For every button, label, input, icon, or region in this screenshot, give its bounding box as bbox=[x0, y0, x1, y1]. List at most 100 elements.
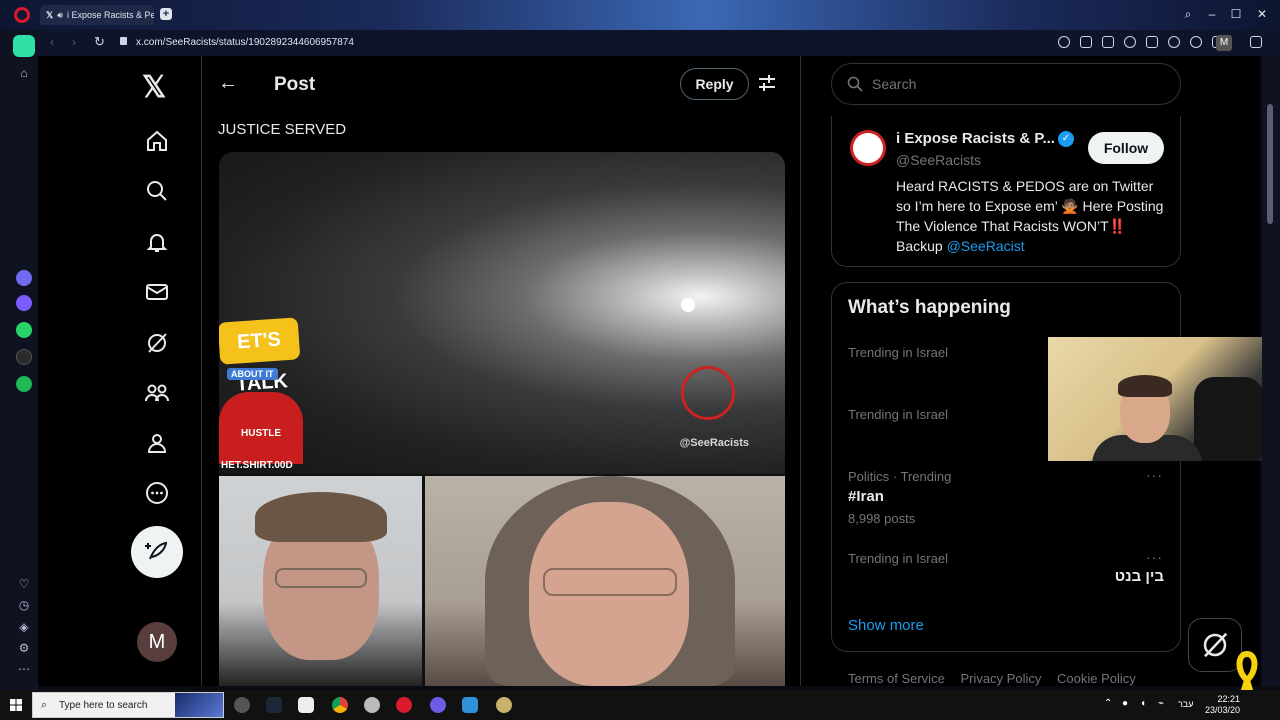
taskbar-search-text: Type here to search bbox=[59, 700, 148, 711]
windows-start-icon[interactable] bbox=[10, 699, 22, 711]
tweet-media[interactable]: ET'S TALK ABOUT IT HUSTLE HET.SHIRT.00D … bbox=[219, 152, 785, 686]
input-language[interactable]: עבר bbox=[1178, 699, 1193, 709]
communities-icon[interactable] bbox=[142, 378, 172, 408]
heart-icon[interactable] bbox=[1190, 36, 1202, 48]
app-icon[interactable] bbox=[462, 697, 478, 713]
mugshot-woman bbox=[425, 476, 785, 686]
browser-tab-active[interactable]: 𝕏 🔊︎ i Expose Racists & Pe... bbox=[40, 5, 154, 25]
menu-icon[interactable] bbox=[1234, 36, 1246, 48]
leo-app-icon[interactable] bbox=[16, 270, 32, 286]
forward-icon[interactable]: › bbox=[72, 35, 76, 49]
search-bar[interactable] bbox=[831, 63, 1181, 105]
verified-badge-icon: ✓ bbox=[1058, 131, 1074, 147]
camera-icon[interactable] bbox=[1102, 36, 1114, 48]
compose-post-button[interactable] bbox=[131, 526, 183, 578]
page-scrollbar[interactable] bbox=[1262, 56, 1280, 686]
trend-meta: Trending in Israel bbox=[848, 345, 948, 360]
profile-handle[interactable]: @SeeRacists bbox=[896, 152, 981, 168]
browser-tab-bar: 𝕏 🔊︎ i Expose Racists & Pe... + ⌕ – ☐ ✕ bbox=[0, 0, 1280, 30]
opera-taskbar-icon[interactable] bbox=[396, 697, 412, 713]
steam-icon[interactable] bbox=[266, 697, 282, 713]
search-input[interactable] bbox=[872, 76, 1162, 92]
minimize-button[interactable]: – bbox=[1204, 7, 1220, 21]
about-it-badge: ABOUT IT bbox=[227, 368, 278, 380]
profile-person-icon[interactable] bbox=[142, 428, 172, 458]
back-icon[interactable]: ‹ bbox=[50, 35, 54, 49]
x-logo-icon[interactable]: 𝕏 bbox=[142, 70, 166, 105]
settings-gear-icon[interactable]: ⚙ bbox=[17, 641, 31, 655]
profile-name[interactable]: i Expose Racists & P... bbox=[896, 130, 1055, 147]
chrome-icon[interactable] bbox=[332, 697, 348, 713]
opera-logo-icon[interactable] bbox=[14, 7, 30, 23]
task-view-icon[interactable] bbox=[234, 697, 250, 713]
scrollbar-thumb[interactable] bbox=[1267, 104, 1273, 224]
app-icon[interactable] bbox=[364, 697, 380, 713]
video-host: HUSTLE bbox=[219, 392, 303, 464]
terms-link[interactable]: Terms of Service bbox=[848, 671, 945, 686]
app-icon[interactable] bbox=[298, 697, 314, 713]
trend-more-icon[interactable]: ··· bbox=[1146, 467, 1163, 483]
edit-icon[interactable] bbox=[1080, 36, 1092, 48]
video-watermark-handle: @SeeRacists bbox=[679, 437, 749, 449]
show-more-link[interactable]: Show more bbox=[848, 617, 924, 634]
lock-icon bbox=[120, 37, 127, 45]
maximize-button[interactable]: ☐ bbox=[1228, 7, 1244, 21]
mugshot-man-hair bbox=[255, 492, 387, 542]
clock-date: 23/03/20 bbox=[1204, 705, 1240, 715]
address-bar: ‹ › ↻ x.com/SeeRacists/status/1902892344… bbox=[38, 30, 1280, 56]
zoom-icon[interactable] bbox=[1058, 36, 1070, 48]
messages-envelope-icon[interactable] bbox=[142, 277, 172, 307]
more-circle-icon[interactable] bbox=[142, 478, 172, 508]
app-icon[interactable] bbox=[496, 697, 512, 713]
tray-network-icon[interactable]: ⌁ bbox=[1158, 698, 1164, 709]
discord-icon[interactable] bbox=[430, 697, 446, 713]
cookie-link[interactable]: Cookie Policy bbox=[1057, 671, 1136, 686]
back-arrow-icon[interactable]: ← bbox=[218, 72, 238, 95]
profile-avatar[interactable] bbox=[850, 130, 886, 166]
bio-mention-link[interactable]: @SeeRacist bbox=[947, 238, 1025, 254]
clock-time: 22:21 bbox=[1217, 694, 1240, 704]
spotify-icon[interactable] bbox=[16, 376, 32, 392]
tray-mic-icon[interactable]: ● bbox=[1122, 698, 1128, 709]
sliders-icon[interactable] bbox=[758, 74, 776, 97]
history-icon[interactable]: ◷ bbox=[17, 598, 31, 612]
play-icon[interactable] bbox=[1168, 36, 1180, 48]
video-player[interactable]: ET'S TALK ABOUT IT HUSTLE HET.SHIRT.00D … bbox=[219, 152, 785, 474]
privacy-link[interactable]: Privacy Policy bbox=[960, 671, 1041, 686]
more-dots-icon[interactable]: ⋯ bbox=[17, 662, 31, 676]
reply-button[interactable]: Reply bbox=[680, 68, 749, 100]
new-tab-button[interactable]: + bbox=[160, 8, 172, 20]
taskbar-search-box[interactable]: ⌕ Type here to search bbox=[32, 692, 224, 718]
aria-ai-icon[interactable] bbox=[13, 35, 35, 57]
shield-icon[interactable] bbox=[1124, 36, 1136, 48]
account-avatar[interactable]: M bbox=[137, 622, 177, 662]
tray-chevron-icon[interactable]: ⌃ bbox=[1104, 698, 1112, 709]
whatsapp-icon[interactable] bbox=[16, 322, 32, 338]
browser-profile-avatar[interactable]: M bbox=[1216, 35, 1232, 51]
tray-volume-icon[interactable]: ◖ bbox=[1140, 698, 1146, 709]
webcam-chair bbox=[1194, 377, 1264, 461]
panel-title: What’s happening bbox=[848, 297, 1011, 318]
close-window-button[interactable]: ✕ bbox=[1254, 7, 1270, 21]
bio-emphasis: ‼️ bbox=[1108, 218, 1127, 234]
messenger-icon[interactable] bbox=[16, 295, 32, 311]
favorites-heart-icon[interactable]: ♡ bbox=[17, 577, 31, 591]
extensions-cube-icon[interactable]: ◈ bbox=[17, 620, 31, 634]
extensions-icon[interactable] bbox=[1250, 36, 1262, 48]
cube-icon[interactable] bbox=[1146, 36, 1158, 48]
follow-button[interactable]: Follow bbox=[1088, 132, 1164, 164]
trend-more-icon[interactable]: ··· bbox=[1146, 549, 1163, 565]
explore-search-icon[interactable] bbox=[142, 176, 172, 206]
tab-search-icon[interactable]: ⌕ bbox=[1180, 7, 1196, 22]
url-field[interactable]: x.com/SeeRacists/status/1902892344606957… bbox=[136, 37, 354, 48]
reload-icon[interactable]: ↻ bbox=[94, 34, 105, 50]
grok-icon[interactable] bbox=[142, 328, 172, 358]
home-icon[interactable] bbox=[142, 126, 172, 156]
x-app-icon[interactable] bbox=[16, 349, 32, 365]
speed-dial-icon[interactable]: ⌂ bbox=[17, 66, 31, 80]
taskbar-clock[interactable]: 22:21 23/03/20 bbox=[1200, 694, 1240, 716]
notifications-bell-icon[interactable] bbox=[142, 227, 172, 257]
profile-bio: Heard RACISTS & PEDOS are on Twitter so … bbox=[896, 176, 1166, 256]
trend-topic[interactable]: #Iran bbox=[848, 488, 884, 505]
trend-topic[interactable]: בין בנט bbox=[1012, 568, 1164, 585]
